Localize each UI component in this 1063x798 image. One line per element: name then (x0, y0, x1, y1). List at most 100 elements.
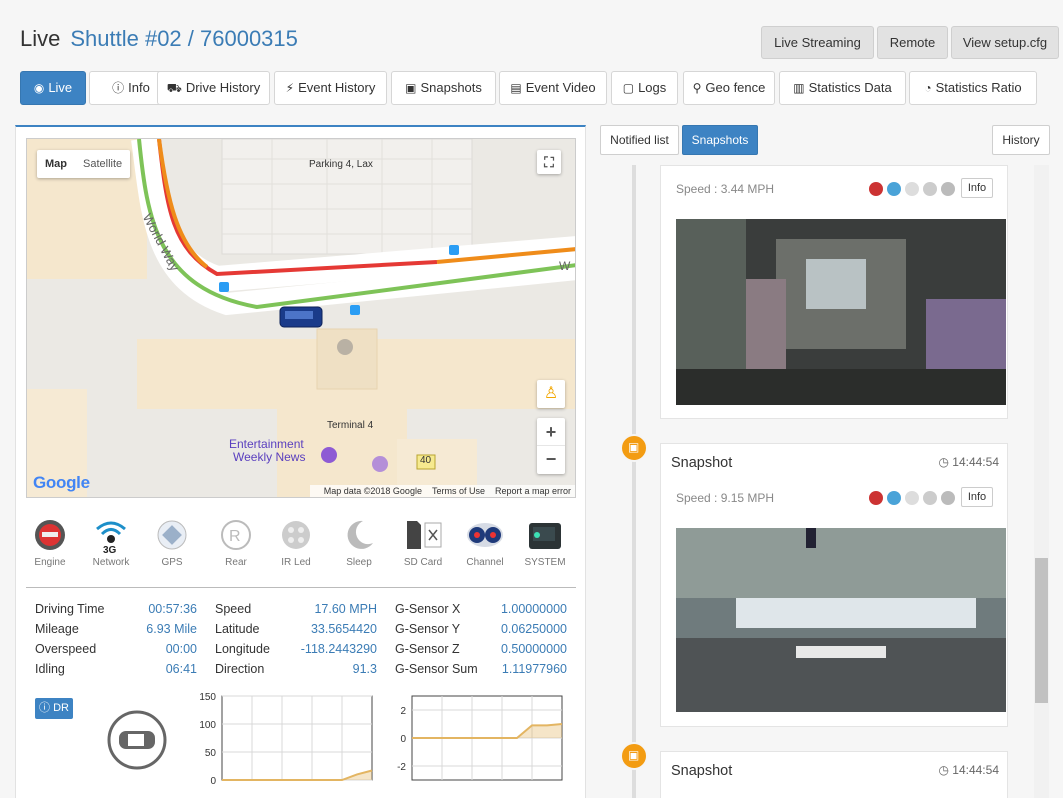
map-view[interactable]: Parking 4, Lax Terminal 4 Entertainment W… (26, 138, 576, 498)
status-icons: Engine 3G Network GPS R Rear IR Led Sleep … (26, 517, 576, 569)
google-logo: Google (33, 473, 90, 492)
file-icon: ▢ (622, 81, 635, 95)
snapshot-card: Snapshot ◷ 14:44:54 Speed : 9.15 MPH Inf… (660, 443, 1008, 727)
status-gps: GPS (142, 517, 202, 568)
gsensor-x-value: 1.00000000 (500, 602, 567, 616)
clock-icon: ◷ (938, 763, 949, 777)
driving-time-value: 00:57:36 (148, 602, 197, 616)
map-button[interactable]: Map (37, 150, 75, 178)
gsensor-y-value: 0.06250000 (500, 622, 567, 636)
tab-notified-list[interactable]: Notified list (600, 125, 679, 155)
snapshot-image[interactable] (676, 528, 1006, 712)
map-marker-icon: ⚲ (692, 81, 702, 95)
dr-button[interactable]: ⓘ DR (35, 698, 73, 719)
ir-led-icon (282, 521, 310, 549)
chart-tick-label: 2 (400, 706, 406, 717)
chart-tick-label: 0 (400, 734, 406, 745)
divider (26, 587, 576, 588)
gsensor-sum-value: 1.11977960 (501, 662, 567, 676)
channel-icon (467, 523, 503, 547)
zoom-out-button[interactable]: − (537, 446, 565, 474)
image-icon: ▣ (628, 748, 640, 762)
scrollbar-thumb[interactable] (1035, 558, 1048, 703)
tab-right-snapshots[interactable]: Snapshots (682, 125, 758, 155)
snapshot-speed: Speed : 3.44 MPH (676, 182, 775, 196)
status-system: SYSTEM (515, 517, 575, 568)
chart-tick-label: 100 (199, 720, 216, 731)
snapshot-image[interactable] (676, 219, 1006, 405)
sleep-icon (923, 490, 937, 505)
tab-event-history[interactable]: ⚡ Event History (274, 71, 387, 105)
map-label-terminal: Terminal 4 (327, 420, 374, 431)
map-label-road-w: W (559, 259, 571, 273)
snapshot-info-button[interactable]: Info (961, 178, 993, 198)
bolt-icon: ⚡ (285, 81, 295, 95)
live-streaming-button[interactable]: Live Streaming (761, 26, 874, 59)
snapshot-status-icons (865, 489, 955, 505)
zoom-in-button[interactable]: + (537, 418, 565, 446)
chart-tick-label: 0 (210, 776, 216, 787)
history-button[interactable]: History (992, 125, 1050, 155)
video-file-icon: ▤ (510, 81, 522, 95)
snapshot-info-button[interactable]: Info (961, 487, 993, 507)
status-sleep: Sleep (329, 517, 389, 568)
tab-snapshots[interactable]: ▣ Snapshots (391, 71, 496, 105)
timeline-line (632, 165, 636, 798)
engine-icon (869, 181, 883, 196)
street-view-icon[interactable]: ♙ (537, 380, 565, 408)
snapshot-card: Speed : 3.44 MPH Info (660, 165, 1008, 419)
vehicle-name: Shuttle #02 / 76000315 (70, 26, 298, 51)
terms-link[interactable]: Terms of Use (432, 486, 485, 496)
fullscreen-icon[interactable]: ⛶ (537, 150, 561, 174)
bar-chart-icon: ▥ (793, 81, 805, 95)
right-scrollbar[interactable] (1034, 165, 1049, 798)
status-rear: R Rear (206, 517, 266, 568)
tab-live[interactable]: ◉ Live (20, 71, 86, 105)
engine-icon (869, 490, 883, 505)
snapshot-time: ◷ 14:44:54 (938, 763, 999, 777)
longitude-value: -118.2443290 (300, 642, 377, 656)
timeline-dot: ▣ (620, 434, 648, 462)
gsensor-chart: 2 0 -2 (397, 695, 563, 781)
remote-button[interactable]: Remote (877, 26, 948, 59)
view-setup-button[interactable]: View setup.cfg (951, 26, 1059, 59)
mileage-value: 6.93 Mile (146, 622, 197, 636)
vehicle-top-view-icon (107, 710, 167, 770)
report-error-link[interactable]: Report a map error (495, 486, 571, 496)
satellite-button[interactable]: Satellite (75, 150, 130, 178)
tab-logs[interactable]: ▢ Logs (611, 71, 678, 105)
sleep-icon (347, 520, 373, 549)
svg-text:R: R (229, 528, 241, 545)
chart-tick-label: -2 (397, 762, 406, 773)
overspeed-value: 00:00 (165, 642, 197, 656)
tab-geo-fence[interactable]: ⚲ Geo fence (683, 71, 775, 105)
stats-col-3: G-Sensor X 1.00000000 G-Sensor Y 0.0625000… (395, 599, 567, 679)
tab-statistics-data[interactable]: ▥ Statistics Data (779, 71, 906, 105)
tab-drive-history[interactable]: ⛟ Drive History (157, 71, 270, 105)
rear-icon (905, 181, 919, 196)
car-icon: ⛟ (166, 81, 182, 95)
stats-col-2: Speed 17.60 MPH Latitude 33.5654420 Longit… (215, 599, 377, 679)
tab-statistics-ratio[interactable]: ◔ Statistics Ratio (909, 71, 1037, 105)
sleep-icon (923, 181, 937, 196)
info-icon: ⓘ (112, 81, 125, 95)
status-ir-led: IR Led (266, 517, 326, 568)
speed-chart: 150 100 50 0 (199, 692, 373, 787)
latitude-value: 33.5654420 (310, 622, 377, 636)
rear-icon (905, 490, 919, 505)
snapshot-title: Snapshot (671, 763, 733, 779)
chart-tick-label: 150 (199, 692, 216, 703)
direction-value: 91.3 (352, 662, 377, 676)
stats-col-1: Driving Time 00:57:36 Mileage 6.93 Mile Ov… (35, 599, 197, 679)
page-title-live: Live (20, 26, 61, 51)
snapshot-status-icons (865, 180, 955, 196)
status-sd-card: SD Card (393, 517, 453, 568)
info-icon: ⓘ (39, 702, 51, 714)
speed-value: 17.60 MPH (314, 602, 377, 616)
rear-icon: R (221, 520, 251, 550)
tab-event-video[interactable]: ▤ Event Video (499, 71, 607, 105)
timeline-dot: ▣ (620, 742, 648, 770)
engine-icon (35, 520, 65, 550)
map-attribution: Map data ©2018 Google Terms of Use Report … (309, 485, 575, 497)
system-icon (529, 523, 561, 549)
